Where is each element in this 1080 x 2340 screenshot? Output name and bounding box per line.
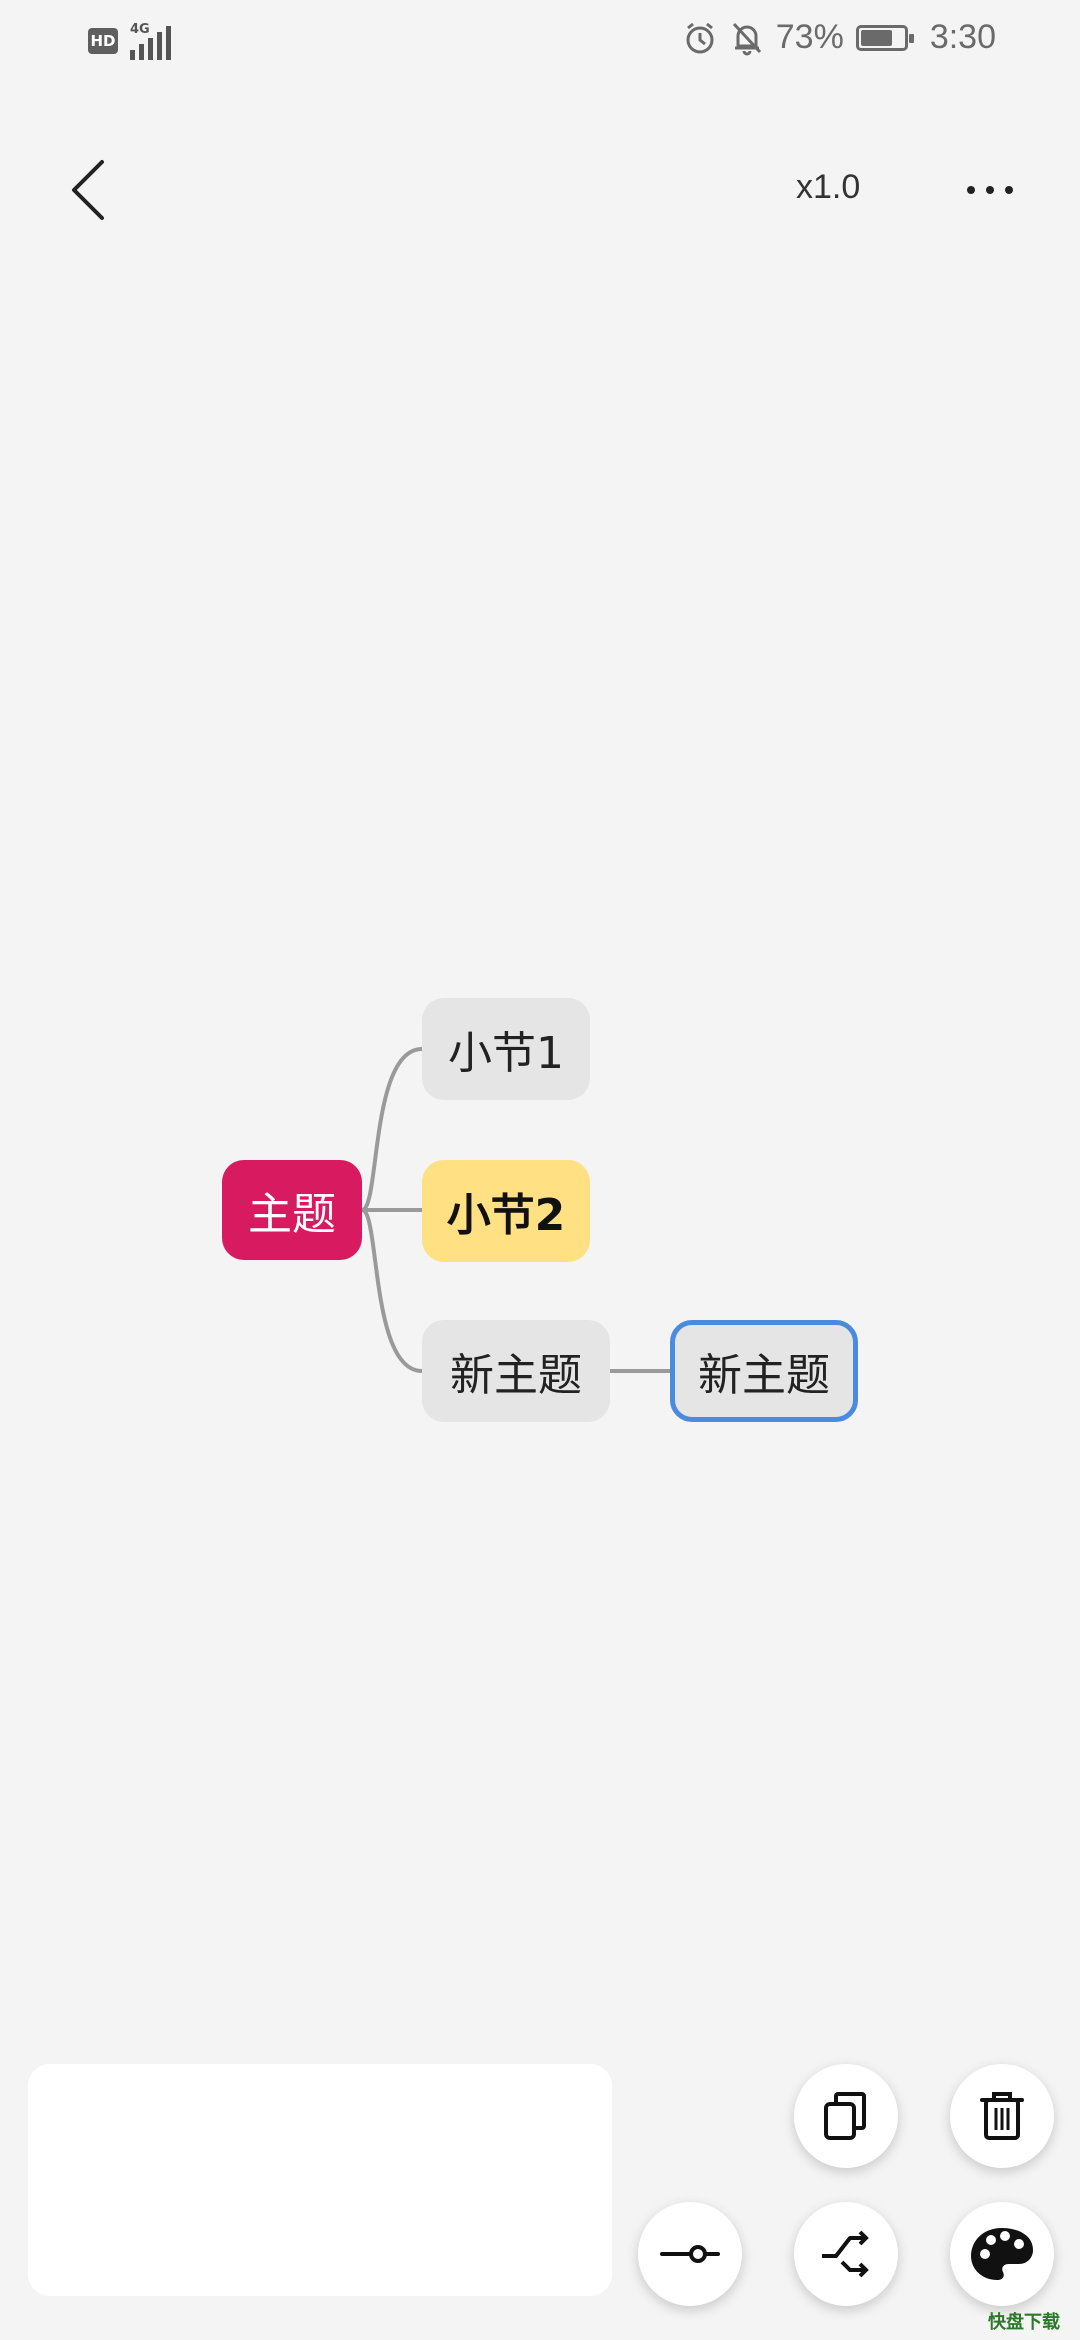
- branch-button[interactable]: [794, 2202, 898, 2306]
- copy-button[interactable]: [794, 2064, 898, 2168]
- slider-icon: [660, 2245, 720, 2263]
- watermark: 快盘下载: [988, 2312, 1060, 2333]
- clock: 3:30: [929, 18, 996, 56]
- palette-icon: [971, 2228, 1033, 2280]
- connector-style-button[interactable]: [638, 2202, 742, 2306]
- mindmap-node[interactable]: 小节2: [422, 1160, 590, 1262]
- status-bar: HD 4G 73% 3:30: [0, 0, 1080, 80]
- battery-icon: [855, 24, 914, 51]
- top-toolbar: x1.0: [0, 140, 1080, 240]
- connector-line: [361, 1208, 423, 1373]
- battery-fill: [860, 29, 892, 46]
- mindmap-root-node[interactable]: 主题: [222, 1160, 362, 1260]
- mindmap-node[interactable]: 小节1: [422, 998, 590, 1100]
- copy-icon: [824, 2092, 866, 2140]
- mindmap-node[interactable]: 新主题: [422, 1320, 610, 1422]
- status-right: 73% 3:30: [682, 18, 996, 57]
- signal-icon: [130, 26, 171, 60]
- zoom-level[interactable]: x1.0: [796, 168, 860, 207]
- trash-icon: [980, 2092, 1024, 2140]
- delete-button[interactable]: [950, 2064, 1054, 2168]
- palette-button[interactable]: [950, 2202, 1054, 2306]
- mindmap-canvas[interactable]: 主题 小节1 小节2 新主题 新主题: [0, 240, 1080, 2040]
- more-horizontal-icon[interactable]: [960, 160, 1020, 220]
- hd-icon: HD: [88, 28, 118, 54]
- mindmap-connectors: [361, 1047, 670, 1373]
- mindmap-node-selected[interactable]: 新主题: [670, 1320, 858, 1422]
- branch-icon: [822, 2230, 869, 2278]
- bell-off-icon: [732, 22, 761, 55]
- connector-line: [361, 1047, 423, 1212]
- battery-percent: 73%: [775, 18, 844, 56]
- chevron-left-icon[interactable]: [56, 154, 126, 224]
- alarm-icon: [686, 22, 714, 53]
- note-input-panel[interactable]: [28, 2064, 612, 2296]
